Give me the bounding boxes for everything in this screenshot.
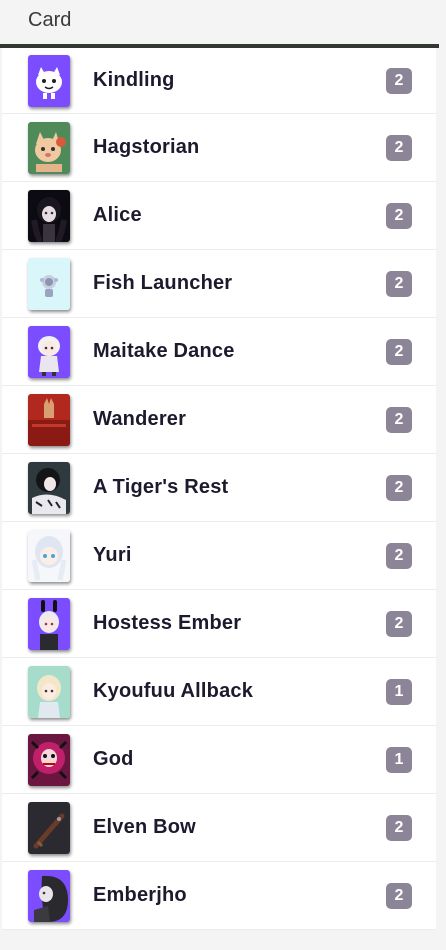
card-count-badge: 2 <box>386 610 412 637</box>
maitake-dance-card-art-icon <box>28 325 70 378</box>
card-count-badge: 2 <box>386 338 412 365</box>
card-name: Hostess Ember <box>93 612 242 634</box>
emberjho-card-art-icon <box>28 869 70 922</box>
card-name: Maitake Dance <box>93 340 235 362</box>
wanderer-card-art-icon <box>28 393 70 446</box>
card-name: God <box>93 748 134 770</box>
card-count-badge: 1 <box>386 746 412 773</box>
tigers-rest-card-art-icon <box>28 461 70 514</box>
card-count-badge: 1 <box>386 678 412 705</box>
elven-bow-card-art-icon <box>28 801 70 854</box>
card-name: Alice <box>93 204 142 226</box>
card-row-yuri[interactable]: Yuri 2 <box>2 522 436 590</box>
card-count-badge: 2 <box>386 270 412 297</box>
card-count-badge: 2 <box>386 202 412 229</box>
hagstorian-card-art-icon <box>28 121 70 174</box>
card-name: A Tiger's Rest <box>93 476 229 498</box>
card-row-wanderer[interactable]: Wanderer 2 <box>2 386 436 454</box>
card-row-alice[interactable]: Alice 2 <box>2 182 436 250</box>
card-count-badge: 2 <box>386 882 412 909</box>
card-list: Kindling 2 Hagstorian 2 Alice 2 Fish Lau… <box>2 48 436 930</box>
header-title: Card <box>28 9 72 31</box>
card-row-fish-launcher[interactable]: Fish Launcher 2 <box>2 250 436 318</box>
card-row-kindling[interactable]: Kindling 2 <box>2 48 436 114</box>
alice-card-art-icon <box>28 189 70 242</box>
card-count-badge: 2 <box>386 406 412 433</box>
card-count-badge: 2 <box>386 814 412 841</box>
card-name: Wanderer <box>93 408 187 430</box>
kyoufuu-allback-card-art-icon <box>28 665 70 718</box>
card-name: Emberjho <box>93 884 187 906</box>
yuri-card-art-icon <box>28 529 70 582</box>
card-name: Hagstorian <box>93 136 200 158</box>
card-count-badge: 2 <box>386 134 412 161</box>
card-row-elven-bow[interactable]: Elven Bow 2 <box>2 794 436 862</box>
hostess-ember-card-art-icon <box>28 597 70 650</box>
card-name: Elven Bow <box>93 816 196 838</box>
card-count-badge: 2 <box>386 474 412 501</box>
fish-launcher-card-art-icon <box>28 257 70 310</box>
card-row-kyoufuu-allback[interactable]: Kyoufuu Allback 1 <box>2 658 436 726</box>
kindling-card-art-icon <box>28 54 70 107</box>
card-name: Fish Launcher <box>93 272 233 294</box>
card-column-header[interactable]: Card <box>0 0 439 48</box>
card-name: Kindling <box>93 69 175 91</box>
card-name: Kyoufuu Allback <box>93 680 254 702</box>
card-name: Yuri <box>93 544 132 566</box>
card-row-hostess-ember[interactable]: Hostess Ember 2 <box>2 590 436 658</box>
card-row-hagstorian[interactable]: Hagstorian 2 <box>2 114 436 182</box>
card-count-badge: 2 <box>386 67 412 94</box>
card-list-panel: Card Kindling 2 Hagstorian 2 Alice 2 Fis… <box>0 0 446 950</box>
card-row-maitake-dance[interactable]: Maitake Dance 2 <box>2 318 436 386</box>
card-row-god[interactable]: God 1 <box>2 726 436 794</box>
card-count-badge: 2 <box>386 542 412 569</box>
card-row-emberjho[interactable]: Emberjho 2 <box>2 862 436 930</box>
card-row-a-tigers-rest[interactable]: A Tiger's Rest 2 <box>2 454 436 522</box>
god-card-art-icon <box>28 733 70 786</box>
